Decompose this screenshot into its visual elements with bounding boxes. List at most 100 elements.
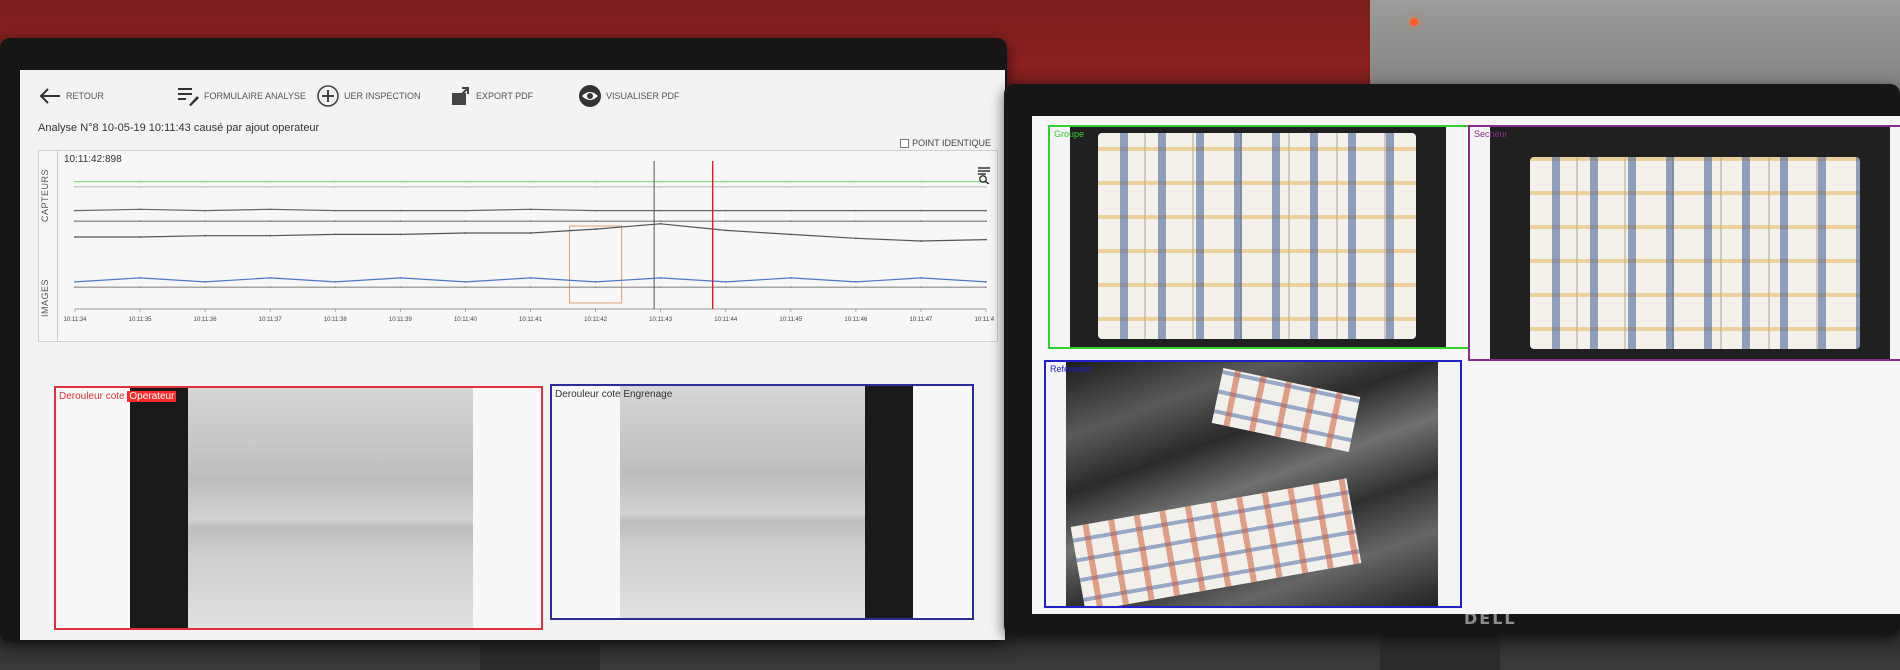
series-0-point	[789, 180, 792, 183]
series-0-point	[399, 180, 402, 183]
right-screen: Groupe Secheur Reference	[1032, 116, 1900, 614]
x-tick-label: 10:11:38	[324, 317, 348, 323]
series-0-point	[724, 180, 727, 183]
series-2-point	[74, 209, 76, 212]
camera-engrenage-label: Derouleur cote Engrenage	[555, 389, 673, 400]
form-analysis-button[interactable]: FORMULAIRE ANALYSE	[176, 84, 306, 108]
view-pdf-button[interactable]: VISUALISER PDF	[578, 84, 680, 108]
view-secheur-label: Secheur	[1474, 129, 1508, 139]
series-6-point	[269, 286, 272, 289]
view-secheur-print-sheet	[1530, 157, 1860, 349]
sensor-chart-panel: CAPTEURS IMAGES 10:11:42:898 10:11:34 10:…	[38, 150, 998, 342]
series-1-point	[334, 185, 337, 188]
series-5-point	[529, 277, 532, 279]
export-icon	[452, 87, 469, 105]
series-6-point	[854, 286, 857, 289]
series-6-point	[920, 286, 922, 289]
view-groupe[interactable]: Groupe	[1048, 125, 1478, 349]
series-3-point	[724, 220, 727, 223]
view-reference-label: Reference	[1050, 364, 1092, 374]
series-5-point	[920, 277, 922, 279]
series-0-point	[269, 180, 272, 183]
series-2-point	[399, 209, 402, 212]
series-1-point	[464, 185, 467, 188]
camera-engrenage-edge	[913, 386, 972, 618]
series-1-point	[139, 185, 141, 188]
view-groupe-print-sheet	[1098, 133, 1416, 339]
inspection-button[interactable]: UER INSPECTION	[316, 84, 421, 108]
series-0-point	[464, 180, 467, 183]
series-2-point	[724, 209, 727, 212]
capteurs-label: CAPTEURS	[40, 169, 50, 223]
camera-operateur[interactable]: Derouleur cote Operateur	[54, 386, 543, 630]
x-tick-label: 10:11:43	[649, 317, 673, 323]
eye-icon	[579, 85, 601, 107]
form-edit-icon	[178, 88, 199, 106]
series-3-point	[399, 220, 402, 223]
series-3-point	[269, 220, 272, 223]
series-6-point	[724, 286, 727, 289]
chart-side-labels: CAPTEURS IMAGES	[39, 151, 58, 341]
view-reference[interactable]: Reference	[1044, 360, 1462, 608]
point-identique-toggle[interactable]: POINT IDENTIQUE	[900, 138, 991, 148]
point-identique-checkbox[interactable]	[900, 138, 910, 148]
view-pdf-label: VISUALISER PDF	[606, 91, 680, 101]
series-5-point	[594, 280, 597, 283]
export-pdf-button[interactable]: EXPORT PDF	[450, 84, 533, 108]
x-tick-label: 10:11:40	[454, 317, 478, 323]
zoom-icon[interactable]	[977, 166, 991, 184]
series-3-point	[659, 220, 662, 223]
series-2-point	[854, 209, 857, 212]
series-3-point	[594, 220, 597, 223]
series-4-point	[789, 233, 792, 236]
x-tick-label: 10:11:47	[909, 317, 933, 323]
x-tick-label: 10:11:44	[714, 317, 738, 323]
series-0-point	[594, 180, 597, 183]
series-5-point	[204, 280, 207, 283]
camera-engrenage-margin	[552, 386, 620, 618]
back-label: RETOUR	[66, 91, 104, 101]
series-1-point	[74, 185, 76, 188]
series-6-point	[74, 286, 76, 289]
series-2-point	[204, 209, 207, 212]
x-tick-label: 10:11:34	[64, 317, 88, 323]
series-4-point	[334, 233, 337, 236]
camera-operateur-roller	[130, 388, 188, 628]
series-2-point	[920, 209, 922, 212]
x-tick-label: 10:11:45	[779, 317, 803, 323]
back-button[interactable]: RETOUR	[38, 84, 104, 108]
series-1-point	[854, 185, 857, 188]
highlight-window	[569, 225, 623, 304]
series-5-point	[269, 277, 272, 279]
series-2-point	[529, 208, 532, 211]
series-5-point	[659, 277, 662, 279]
series-2-point	[985, 209, 987, 212]
series-1-point	[269, 185, 272, 188]
series-3-point	[920, 220, 922, 223]
series-1-point	[399, 185, 402, 188]
series-1-point	[920, 185, 922, 188]
sensor-chart[interactable]: 10:11:34 10:11:35 10:11:36 10:11:37 10:11:38…	[59, 151, 994, 339]
series-5-point	[139, 277, 141, 279]
series-6-point	[399, 286, 402, 289]
toolbar: RETOUR FORMULAIRE ANALYSE UER INSPECTION	[20, 70, 1005, 122]
series-3-point	[854, 220, 857, 223]
export-pdf-label: EXPORT PDF	[476, 91, 534, 101]
series-3-point	[464, 220, 467, 223]
form-analysis-label: FORMULAIRE ANALYSE	[204, 91, 306, 101]
series-1-point	[724, 185, 727, 188]
series-4-point	[529, 232, 532, 234]
series-6-point	[464, 286, 467, 289]
series-2-point	[334, 209, 337, 212]
inspection-label: UER INSPECTION	[344, 91, 421, 101]
left-monitor: DELL RETOUR FORMULAIRE ANALYSE	[0, 38, 1007, 642]
series-0-point	[204, 180, 207, 183]
x-tick-label: 10:11:35	[129, 317, 153, 323]
view-secheur[interactable]: Secheur	[1468, 125, 1900, 361]
series-2-point	[789, 209, 792, 212]
right-monitor: DELL Groupe Secheur Reference	[1004, 84, 1900, 636]
chart-area[interactable]: 10:11:42:898 10:11:34 10:11:35 10:11:36 10:…	[59, 151, 997, 341]
series-0-point	[854, 180, 857, 183]
series-1-point	[594, 185, 597, 188]
camera-engrenage[interactable]: Derouleur cote Engrenage	[550, 384, 974, 620]
